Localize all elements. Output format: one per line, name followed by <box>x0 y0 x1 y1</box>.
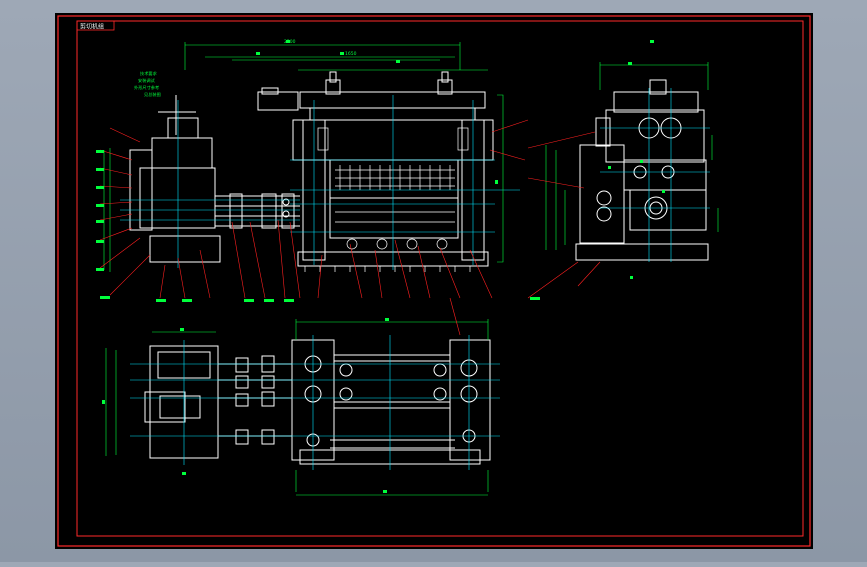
drawing-canvas[interactable]: 剪切机组 1650 技术要求 安装调试 外形尺寸参考 见总装图 <box>0 0 867 562</box>
drawing-sheet <box>55 13 813 549</box>
title-tab: 剪切机组 <box>80 23 104 31</box>
note-line-1: 技术要求 <box>140 70 158 77</box>
note-line-4: 见总装图 <box>144 91 161 98</box>
cad-viewport[interactable]: 剪切机组 1650 技术要求 安装调试 外形尺寸参考 见总装图 <box>0 0 867 562</box>
note-line-2: 安装调试 <box>138 77 156 84</box>
note-line-3: 外形尺寸参考 <box>134 84 159 91</box>
dim-top-inner: 1650 <box>345 51 357 57</box>
